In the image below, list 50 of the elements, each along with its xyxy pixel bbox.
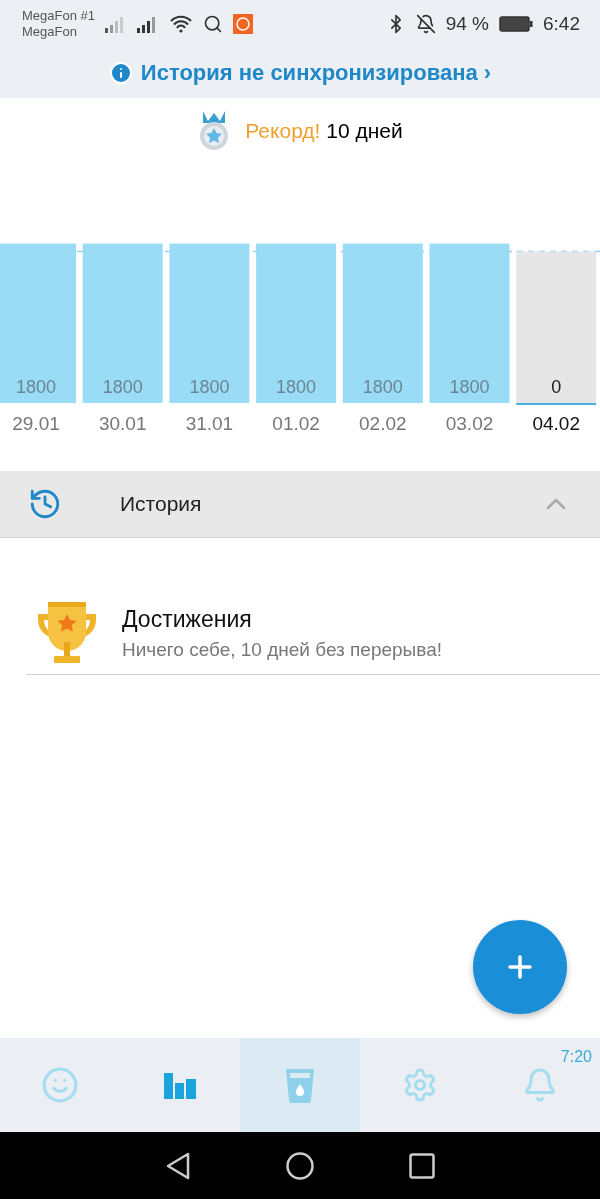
achievement-title: Достижения	[122, 605, 253, 633]
app-notification-icon	[233, 14, 253, 34]
bar[interactable]	[429, 243, 510, 403]
bar-chart-icon	[164, 1071, 196, 1099]
home-icon[interactable]	[286, 1151, 314, 1180]
muted-bell-icon	[415, 14, 436, 34]
day-label[interactable]: 02.02	[359, 413, 407, 434]
history-header[interactable]: История	[0, 471, 600, 538]
add-button[interactable]	[473, 920, 567, 1014]
bar-value: 1800	[362, 377, 403, 397]
carrier-name: MegaFon	[22, 24, 78, 40]
history-icon	[28, 487, 62, 521]
clock-time: 6:42	[543, 13, 580, 35]
bar-value: 1800	[102, 377, 143, 397]
bar-value: 0	[551, 377, 562, 397]
day-label[interactable]: 04.02	[532, 413, 580, 434]
nav-tab[interactable]: 7:20	[480, 1038, 600, 1132]
back-icon[interactable]	[165, 1151, 191, 1180]
bar[interactable]	[256, 243, 337, 403]
search-icon	[203, 14, 223, 34]
battery-percent: 94 %	[445, 13, 489, 35]
bar[interactable]	[0, 243, 76, 403]
day-label[interactable]: 01.02	[272, 413, 320, 434]
day-label[interactable]: 30.01	[98, 413, 147, 434]
battery-icon	[499, 16, 533, 32]
bar[interactable]	[169, 243, 250, 403]
smiley-icon	[41, 1066, 79, 1104]
record-text: Рекорд! 10 дней	[245, 119, 403, 143]
bell-icon	[522, 1067, 558, 1103]
bar-value: 1800	[276, 377, 317, 397]
bar[interactable]	[82, 243, 163, 403]
water-glass-icon	[285, 1067, 315, 1103]
empty-day-background[interactable]	[516, 251, 597, 403]
reminder-time: 7:20	[560, 1048, 592, 1066]
achievements-row[interactable]: Достижения Ничего себе, 10 дней без перерыва!	[26, 592, 600, 675]
day-label[interactable]: 03.02	[445, 413, 494, 434]
achievement-description: Ничего себе, 10 дней без перерыва!	[122, 638, 442, 661]
bar-value: 1800	[16, 377, 56, 397]
bar-value: 1800	[449, 377, 490, 397]
section-title: История	[120, 492, 203, 516]
info-icon	[108, 61, 133, 85]
carrier-name: MegaFon #1	[22, 8, 95, 24]
day-label[interactable]: 31.01	[185, 413, 234, 434]
bar-value: 1800	[189, 377, 230, 397]
nav-tab[interactable]	[240, 1038, 360, 1132]
day-label[interactable]: 29.01	[12, 413, 60, 434]
recents-icon[interactable]	[409, 1152, 435, 1179]
wifi-icon	[169, 15, 193, 33]
bar[interactable]	[342, 243, 423, 403]
settings-icon	[402, 1067, 438, 1103]
